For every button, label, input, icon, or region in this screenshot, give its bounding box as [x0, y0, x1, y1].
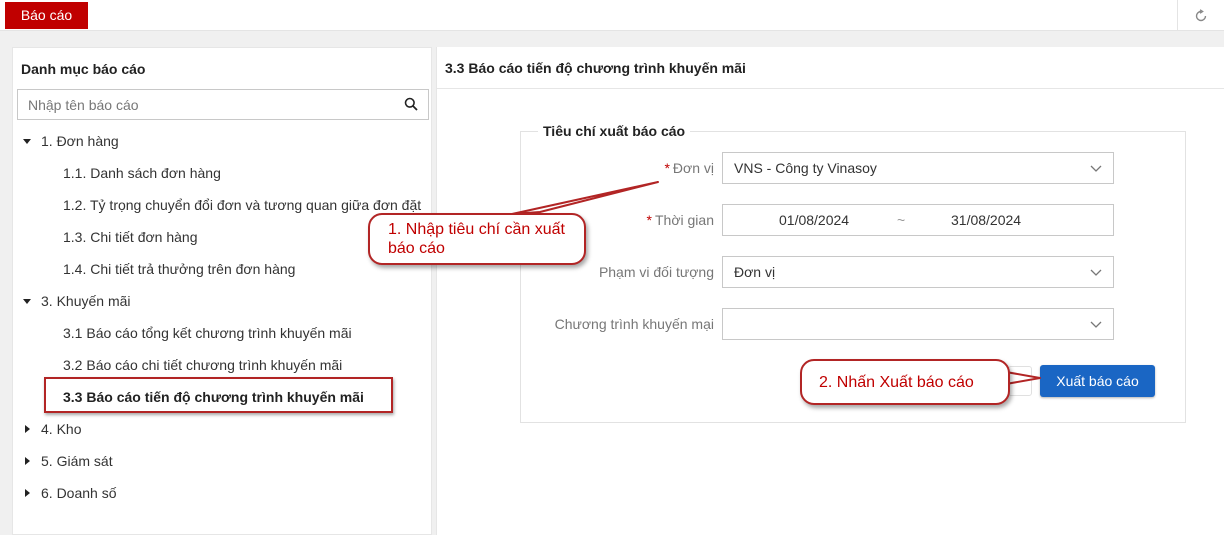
- report-search-input[interactable]: [18, 90, 388, 119]
- report-detail-panel: 3.3 Báo cáo tiến độ chương trình khuyến …: [436, 47, 1224, 535]
- tree-group-label: 6. Doanh số: [41, 485, 117, 501]
- scope-value: Đơn vị: [734, 264, 776, 280]
- caret-down-icon[interactable]: [21, 129, 33, 153]
- report-header: 3.3 Báo cáo tiến độ chương trình khuyến …: [437, 47, 1224, 89]
- unit-value: VNS - Công ty Vinasoy: [734, 160, 877, 176]
- tab-bao-cao[interactable]: Báo cáo: [5, 2, 88, 29]
- required-mark: *: [664, 160, 670, 176]
- scope-select[interactable]: Đơn vị: [722, 256, 1114, 288]
- caret-right-icon[interactable]: [21, 417, 33, 441]
- time-label-text: Thời gian: [655, 212, 714, 228]
- tree-group-label: 1. Đơn hàng: [41, 133, 119, 149]
- date-separator: ~: [897, 212, 906, 228]
- top-bar: Báo cáo: [0, 0, 1224, 31]
- tree-item-1-1[interactable]: 1.1. Danh sách đơn hàng: [63, 161, 221, 185]
- report-search-box: [17, 89, 429, 120]
- program-select[interactable]: [722, 308, 1114, 340]
- tree-group-label: 5. Giám sát: [41, 453, 113, 469]
- panel-title: Danh mục báo cáo: [21, 61, 146, 77]
- tree-group-label: 3. Khuyến mãi: [41, 293, 131, 309]
- unit-label-text: Đơn vị: [672, 160, 714, 176]
- refresh-icon: [1195, 8, 1207, 21]
- tree-item-1-3[interactable]: 1.3. Chi tiết đơn hàng: [63, 225, 198, 249]
- caret-down-icon[interactable]: [21, 289, 33, 313]
- report-catalog-panel: Danh mục báo cáo 1. Đơn hàng 1.1. Danh s…: [12, 47, 432, 535]
- caret-right-icon[interactable]: [21, 481, 33, 505]
- tree-item-3-2[interactable]: 3.2 Báo cáo chi tiết chương trình khuyến…: [63, 353, 342, 377]
- chevron-down-icon: [1090, 321, 1102, 328]
- tree-item-3-3-selected[interactable]: 3.3 Báo cáo tiến độ chương trình khuyến …: [63, 385, 364, 409]
- date-from[interactable]: 01/08/2024: [779, 205, 849, 235]
- criteria-title: Tiêu chí xuất báo cáo: [538, 123, 691, 139]
- tree-item-3-1[interactable]: 3.1 Báo cáo tổng kết chương trình khuyến…: [63, 321, 352, 345]
- report-title: 3.3 Báo cáo tiến độ chương trình khuyến …: [445, 60, 746, 76]
- tree-group-label: 4. Kho: [41, 421, 82, 437]
- unit-select[interactable]: VNS - Công ty Vinasoy: [722, 152, 1114, 184]
- tree-item-1-2[interactable]: 1.2. Tỷ trọng chuyển đổi đơn và tương qu…: [63, 193, 421, 217]
- unit-label: * Đơn vị: [514, 152, 714, 184]
- annotation-callout-step-1: 1. Nhập tiêu chí cần xuất báo cáo: [368, 213, 586, 265]
- chevron-down-icon: [1090, 269, 1102, 276]
- search-icon[interactable]: [404, 97, 418, 111]
- date-to[interactable]: 31/08/2024: [951, 205, 1021, 235]
- refresh-button[interactable]: [1177, 0, 1224, 31]
- secondary-button[interactable]: [1008, 366, 1032, 396]
- required-mark: *: [646, 212, 652, 228]
- program-label: Chương trình khuyến mại: [554, 316, 714, 332]
- date-range-picker[interactable]: 01/08/2024 ~ 31/08/2024: [722, 204, 1114, 236]
- export-report-button[interactable]: Xuất báo cáo: [1040, 365, 1155, 397]
- chevron-down-icon: [1090, 165, 1102, 172]
- annotation-callout-step-2: 2. Nhấn Xuất báo cáo: [800, 359, 1010, 405]
- tree-item-1-4[interactable]: 1.4. Chi tiết trả thưởng trên đơn hàng: [63, 257, 295, 281]
- caret-right-icon[interactable]: [21, 449, 33, 473]
